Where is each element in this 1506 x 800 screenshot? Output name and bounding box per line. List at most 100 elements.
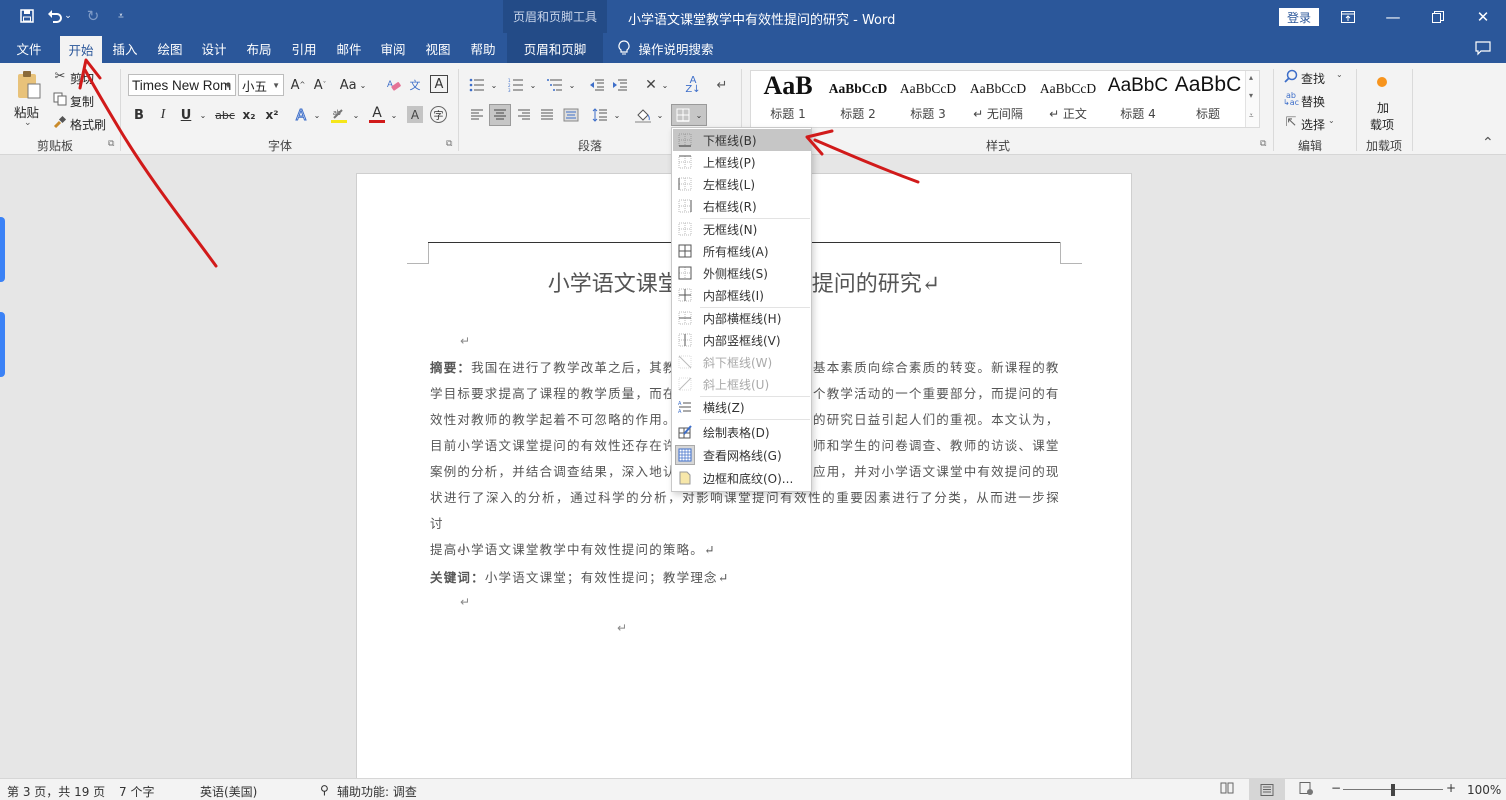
select-dropdown-icon[interactable]: ⌄ — [1328, 116, 1335, 125]
font-launcher-icon[interactable]: ⧉ — [446, 139, 452, 149]
select-cursor-icon[interactable]: ⇱ — [1283, 114, 1299, 130]
align-left-icon[interactable] — [467, 105, 487, 125]
tab-file[interactable]: 文件 — [8, 33, 50, 63]
tab-review[interactable]: 审阅 — [372, 33, 414, 63]
keywords-paragraph[interactable]: 关键词：小学语文课堂；有效性提问；教学理念↵ — [430, 565, 1060, 591]
text-effects-icon[interactable]: A — [292, 105, 310, 125]
phonetic-guide-icon[interactable]: 文 — [405, 75, 425, 95]
paste-icon[interactable] — [14, 69, 44, 101]
superscript-button[interactable]: x² — [263, 105, 281, 125]
menu-item-inside-borders[interactable]: 内部框线(I) — [673, 284, 811, 306]
tab-mailings[interactable]: 邮件 — [328, 33, 370, 63]
font-name-combo[interactable]: Times New Rom ▼ — [128, 74, 236, 96]
clipboard-launcher-icon[interactable]: ⧉ — [108, 139, 114, 149]
menu-item-view-gridlines[interactable]: 查看网格线(G) — [673, 444, 811, 466]
bold-button[interactable]: B — [131, 105, 147, 125]
asian-layout-dropdown-icon[interactable]: ⌄ — [660, 77, 670, 93]
menu-item-all-borders[interactable]: 所有框线(A) — [673, 240, 811, 262]
tab-home[interactable]: 开始 — [60, 36, 102, 63]
word-count[interactable]: 7 个字 — [119, 783, 154, 800]
close-icon[interactable]: ✕ — [1460, 0, 1506, 33]
zoom-level[interactable]: 100% — [1467, 783, 1501, 797]
collapse-ribbon-icon[interactable]: ⌃ — [1482, 135, 1494, 151]
paste-dropdown-icon[interactable]: ⌄ — [24, 118, 32, 128]
select-button[interactable]: 选择 — [1301, 116, 1325, 133]
strikethrough-button[interactable]: abc — [214, 105, 236, 125]
distributed-icon[interactable] — [561, 105, 581, 125]
font-color-dropdown-icon[interactable]: ⌄ — [389, 107, 399, 123]
zoom-in-button[interactable]: + — [1446, 781, 1456, 795]
styles-launcher-icon[interactable]: ⧉ — [1260, 139, 1266, 149]
numbering-icon[interactable]: 123 — [506, 75, 526, 95]
highlight-dropdown-icon[interactable]: ⌄ — [351, 107, 361, 123]
customize-qat-icon[interactable]: ⩡ — [110, 6, 132, 26]
format-painter-icon[interactable] — [52, 114, 68, 130]
styles-scrollbar[interactable]: ▴ ▾ ⩡ — [1245, 71, 1259, 127]
cut-icon[interactable]: ✂ — [52, 68, 68, 84]
line-spacing-icon[interactable] — [590, 105, 610, 125]
addins-icon[interactable] — [1375, 75, 1389, 89]
multilevel-list-icon[interactable] — [545, 75, 565, 95]
style-no-spacing[interactable]: AaBbCcD ↵ 无间隔 — [963, 71, 1033, 127]
clear-formatting-icon[interactable]: A — [384, 75, 404, 95]
menu-item-inside-horizontal[interactable]: 内部横框线(H) — [673, 307, 811, 329]
show-formatting-marks-icon[interactable]: ↵ — [712, 75, 732, 95]
copy-button[interactable]: 复制 — [70, 93, 94, 110]
accessibility-status[interactable]: 辅助功能: 调查 — [337, 783, 417, 800]
undo-dropdown-icon[interactable]: ⌄ — [62, 6, 74, 26]
language-status[interactable]: 英语(美国) — [200, 783, 257, 800]
enclose-characters-icon[interactable]: 字 — [430, 106, 447, 123]
menu-item-bottom-border[interactable]: 下框线(B) — [673, 129, 811, 151]
menu-item-inside-vertical[interactable]: 内部竖框线(V) — [673, 329, 811, 351]
align-right-icon[interactable] — [514, 105, 534, 125]
find-dropdown-icon[interactable]: ⌄ — [1336, 70, 1343, 79]
menu-item-horizontal-line[interactable]: AA 横线(Z) — [673, 396, 811, 418]
tab-view[interactable]: 视图 — [417, 33, 459, 63]
subscript-button[interactable]: x₂ — [240, 105, 258, 125]
menu-item-top-border[interactable]: 上框线(P) — [673, 151, 811, 173]
style-heading-4[interactable]: AaBbC 标题 4 — [1103, 71, 1173, 127]
italic-button[interactable]: I — [155, 105, 171, 125]
tab-draw[interactable]: 绘图 — [149, 33, 191, 63]
tab-header-footer[interactable]: 页眉和页脚 — [507, 33, 603, 63]
addins-button-line2[interactable]: 载项 — [1370, 116, 1394, 133]
numbering-dropdown-icon[interactable]: ⌄ — [528, 77, 538, 93]
highlight-color-icon[interactable]: ab — [329, 105, 349, 125]
tab-layout[interactable]: 布局 — [238, 33, 280, 63]
bullets-icon[interactable] — [467, 75, 487, 95]
menu-item-right-border[interactable]: 右框线(R) — [673, 195, 811, 217]
zoom-out-button[interactable]: − — [1331, 781, 1341, 795]
shading-dropdown-icon[interactable]: ⌄ — [655, 107, 665, 123]
replace-icon[interactable]: ab ↳ac — [1282, 91, 1300, 107]
expand-gallery-icon[interactable]: ⩡ — [1249, 111, 1254, 121]
char-border-icon[interactable]: A — [430, 75, 448, 93]
print-layout-icon[interactable] — [1249, 779, 1285, 800]
menu-item-diagonal-up[interactable]: 斜上框线(U) — [673, 373, 811, 395]
decrease-indent-icon[interactable] — [587, 75, 607, 95]
style-heading-1[interactable]: AaB 标题 1 — [753, 71, 823, 127]
shading-icon[interactable] — [633, 105, 653, 125]
multilevel-dropdown-icon[interactable]: ⌄ — [567, 77, 577, 93]
sort-icon[interactable]: A Z↓ — [683, 75, 703, 95]
side-panel-tab[interactable] — [0, 217, 5, 282]
redo-icon[interactable]: ↻ — [82, 6, 104, 26]
side-panel-tab[interactable] — [0, 312, 5, 377]
tab-help[interactable]: 帮助 — [462, 33, 504, 63]
tab-design[interactable]: 设计 — [193, 33, 235, 63]
addins-button[interactable]: 加 — [1376, 101, 1390, 116]
menu-item-draw-table[interactable]: 绘制表格(D) — [673, 421, 811, 443]
style-heading-2[interactable]: AaBbCcD 标题 2 — [823, 71, 893, 127]
menu-item-left-border[interactable]: 左框线(L) — [673, 173, 811, 195]
format-painter-button[interactable]: 格式刷 — [70, 116, 106, 133]
read-mode-icon[interactable] — [1220, 782, 1234, 797]
style-heading-3[interactable]: AaBbCcD 标题 3 — [893, 71, 963, 127]
asian-layout-icon[interactable]: ✕ — [640, 75, 662, 95]
comments-icon[interactable] — [1470, 33, 1496, 63]
web-layout-icon[interactable] — [1299, 782, 1313, 798]
restore-icon[interactable] — [1415, 0, 1461, 33]
increase-indent-icon[interactable] — [610, 75, 630, 95]
tab-references[interactable]: 引用 — [283, 33, 325, 63]
login-button[interactable]: 登录 — [1279, 8, 1319, 26]
style-normal[interactable]: AaBbCcD ↵ 正文 — [1033, 71, 1103, 127]
abstract-right-column[interactable]: 基本素质向综合素质的转变。新课程的教 个教学活动的一个重要部分，而提问的有 的研… — [813, 355, 1063, 485]
